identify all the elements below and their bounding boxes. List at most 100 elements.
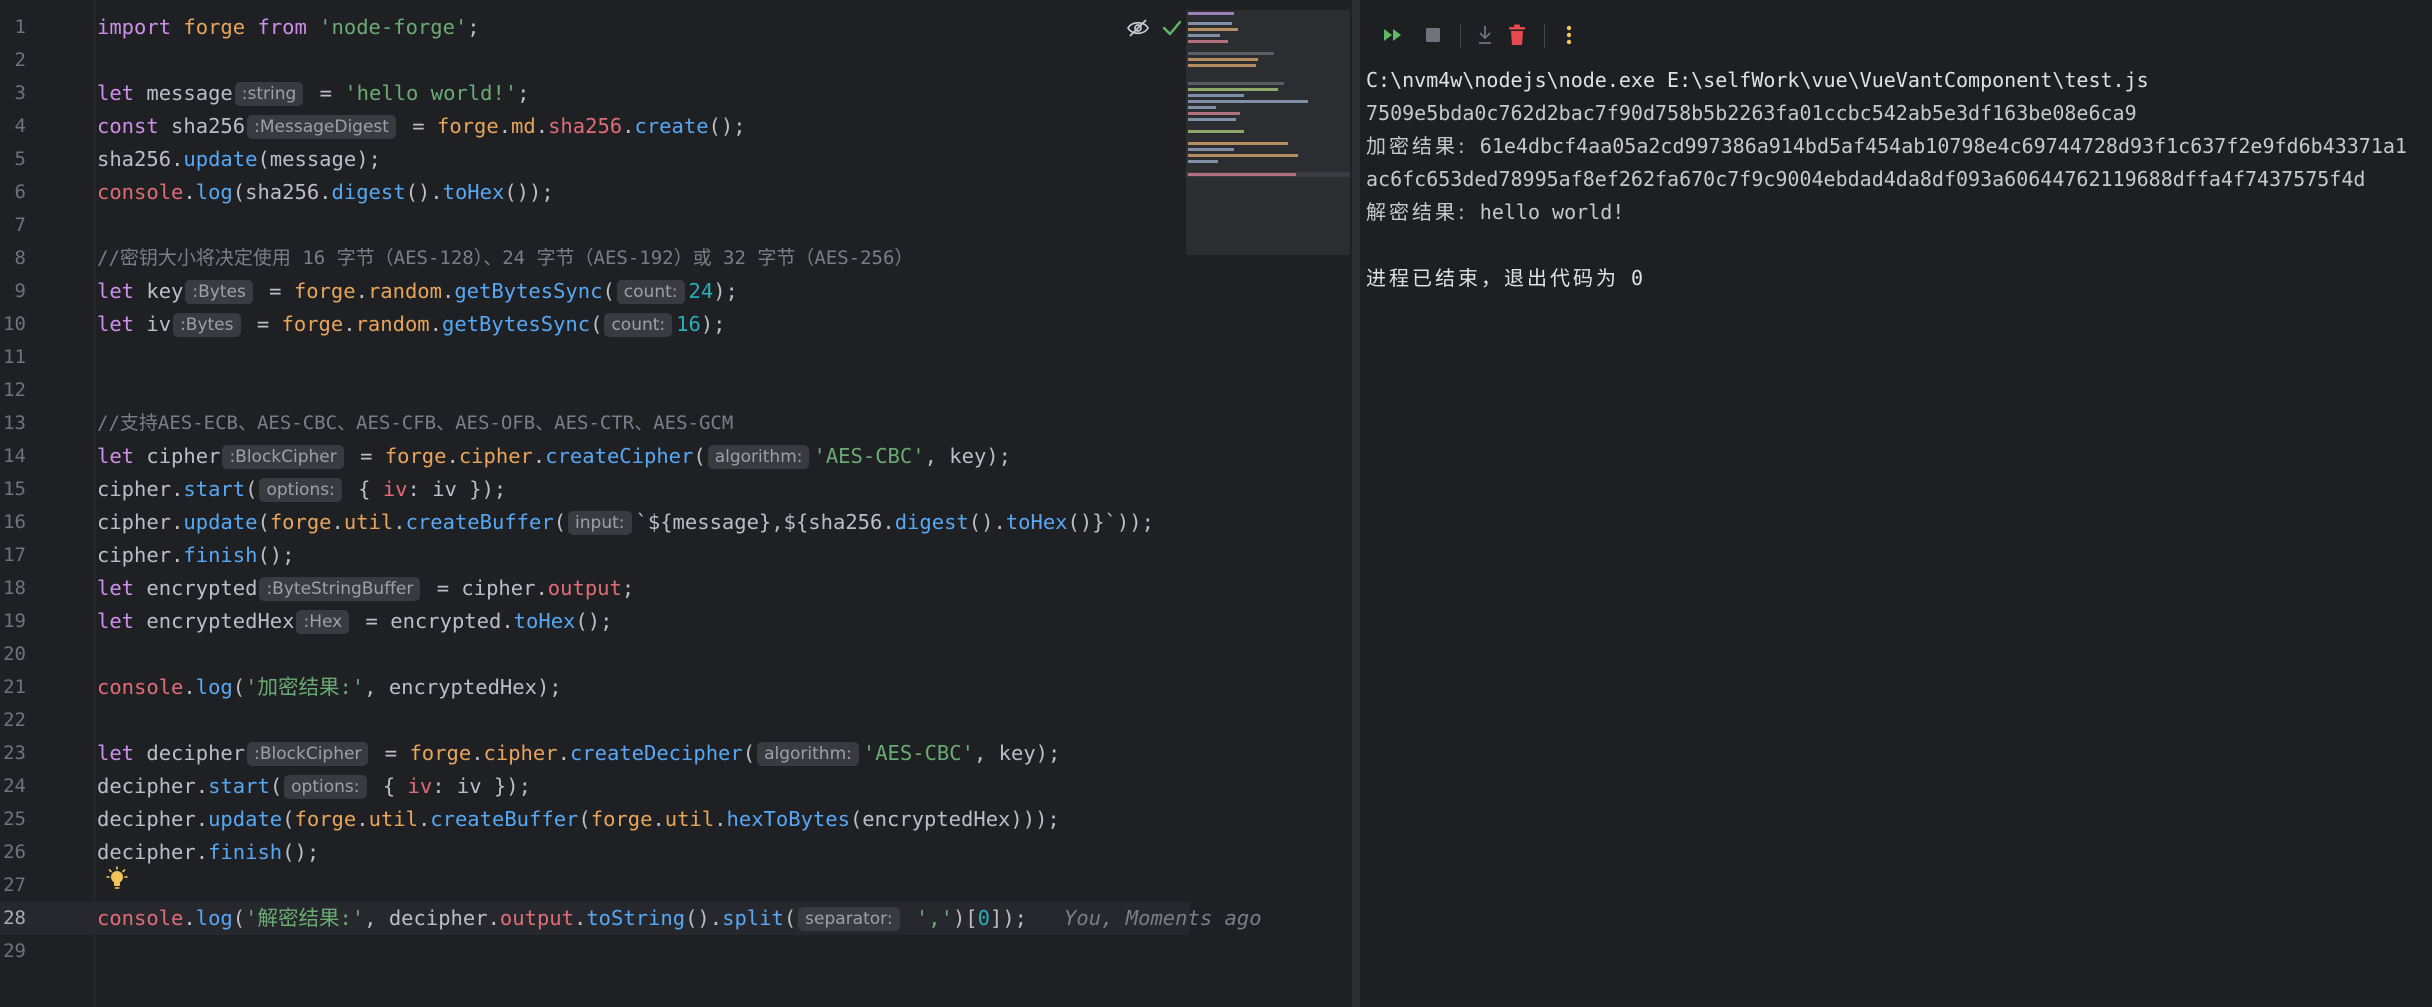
- punctuation: .: [532, 444, 546, 468]
- code-text[interactable]: cipher.start(options: { iv: iv });: [97, 473, 506, 506]
- panel-splitter[interactable]: [1352, 0, 1360, 1007]
- code-text[interactable]: decipher.start(options: { iv: iv });: [97, 770, 531, 803]
- code-line-21[interactable]: 21 console.log('加密结果:', encryptedHex);: [0, 671, 1190, 704]
- function-call: toHex: [1005, 510, 1068, 534]
- code-line-17[interactable]: 17 cipher.finish();: [0, 539, 1190, 572]
- rerun-button[interactable]: [1376, 18, 1410, 52]
- code-text[interactable]: cipher.finish();: [97, 539, 295, 572]
- eye-slash-icon[interactable]: [1126, 18, 1150, 38]
- function-call: getBytesSync: [454, 279, 603, 303]
- code-line-5[interactable]: 5 sha256.update(message);: [0, 143, 1190, 176]
- clear-console-button[interactable]: [1500, 18, 1534, 52]
- code-text[interactable]: decipher.finish();: [97, 836, 319, 869]
- console-encrypted-line: 加密结果: 61e4dbcf4aa05a2cd997386a914bd5af45…: [1366, 130, 2426, 163]
- code-text[interactable]: let cipher:BlockCipher = forge.cipher.cr…: [97, 440, 1011, 473]
- code-line-1[interactable]: 1 import forge from 'node-forge';: [0, 11, 1190, 44]
- scroll-to-end-button[interactable]: [1468, 18, 1502, 52]
- code-text[interactable]: import forge from 'node-forge';: [97, 11, 480, 44]
- code-line-27[interactable]: 27: [0, 869, 1190, 902]
- code-text[interactable]: console.log('加密结果:', encryptedHex);: [97, 671, 562, 704]
- code-line-22[interactable]: 22: [0, 704, 1190, 737]
- code-line-16[interactable]: 16 cipher.update(forge.util.createBuffer…: [0, 506, 1190, 539]
- code-line-12[interactable]: 12: [0, 374, 1190, 407]
- code-line-7[interactable]: 7: [0, 209, 1190, 242]
- minimap-line: [1188, 12, 1234, 15]
- function-call: finish: [183, 543, 258, 567]
- code-text[interactable]: console.log(sha256.digest().toHex());: [97, 176, 554, 209]
- code-line-24[interactable]: 24 decipher.start(options: { iv: iv });: [0, 770, 1190, 803]
- code-text[interactable]: sha256.update(message);: [97, 143, 381, 176]
- property-ref: random: [367, 279, 442, 303]
- punctuation: .: [171, 147, 184, 171]
- code-line-25[interactable]: 25 decipher.update(forge.util.createBuff…: [0, 803, 1190, 836]
- punctuation: );: [713, 279, 738, 303]
- code-text[interactable]: cipher.update(forge.util.createBuffer(in…: [97, 506, 1154, 539]
- code-line-3[interactable]: 3 let message:string = 'hello world!';: [0, 77, 1190, 110]
- code-line-20[interactable]: 20: [0, 638, 1190, 671]
- more-vertical-icon: [1566, 25, 1572, 45]
- code-line-19[interactable]: 19 let encryptedHex:Hex = encrypted.toHe…: [0, 605, 1190, 638]
- code-line-8[interactable]: 8 //密钥大小将决定使用 16 字节（AES-128）、24 字节（AES-1…: [0, 242, 1190, 275]
- code-line-18[interactable]: 18 let encrypted:ByteStringBuffer = ciph…: [0, 572, 1190, 605]
- punctuation: .: [343, 312, 356, 336]
- code-line-26[interactable]: 26 decipher.finish();: [0, 836, 1190, 869]
- code-line-15[interactable]: 15 cipher.start(options: { iv: iv });: [0, 473, 1190, 506]
- identifier: cipher: [97, 477, 172, 501]
- more-actions-button[interactable]: [1552, 18, 1586, 52]
- console-label: 解密结果:: [1366, 200, 1468, 224]
- code-line-14[interactable]: 14 let cipher:BlockCipher = forge.cipher…: [0, 440, 1190, 473]
- code-line-6[interactable]: 6 console.log(sha256.digest().toHex());: [0, 176, 1190, 209]
- code-text[interactable]: console.log('解密结果:', decipher.output.toS…: [97, 902, 1262, 935]
- code-line-23[interactable]: 23 let decipher:BlockCipher = forge.ciph…: [0, 737, 1190, 770]
- function-call: log: [195, 180, 233, 204]
- line-number: 4: [14, 115, 26, 137]
- stop-button[interactable]: [1416, 18, 1450, 52]
- keyword: let: [97, 576, 135, 600]
- line-number: 28: [3, 907, 26, 929]
- comment[interactable]: //密钥大小将决定使用 16 字节（AES-128）、24 字节（AES-192…: [97, 242, 913, 275]
- code-line-9[interactable]: 9 let key:Bytes = forge.random.getBytesS…: [0, 275, 1190, 308]
- operator: =: [347, 444, 385, 468]
- code-text[interactable]: let iv:Bytes = forge.random.getBytesSync…: [97, 308, 726, 341]
- comment[interactable]: //支持AES-ECB、AES-CBC、AES-CFB、AES-OFB、AES-…: [97, 407, 733, 440]
- code-line-11[interactable]: 11: [0, 341, 1190, 374]
- identifier: decipher: [134, 741, 246, 765]
- identifier: cipher: [134, 444, 221, 468]
- inspection-ok-check-icon[interactable]: [1161, 18, 1183, 38]
- punctuation: .: [557, 741, 570, 765]
- code-text[interactable]: decipher.update(forge.util.createBuffer(…: [97, 803, 1060, 836]
- code-text[interactable]: let encryptedHex:Hex = encrypted.toHex()…: [97, 605, 612, 638]
- punctuation: .: [171, 477, 184, 501]
- code-line-29[interactable]: 29: [0, 935, 1190, 968]
- code-minimap[interactable]: [1186, 10, 1350, 255]
- punctuation: ;: [621, 576, 635, 600]
- code-line-2[interactable]: 2: [0, 44, 1190, 77]
- keyword: let: [97, 741, 135, 765]
- code-line-28[interactable]: 28 console.log('解密结果:', decipher.output.…: [0, 902, 1262, 935]
- function-call: start: [183, 477, 246, 501]
- identifier: decipher: [97, 774, 196, 798]
- punctuation: (: [783, 906, 797, 930]
- line-number: 6: [14, 181, 26, 203]
- punctuation: (encryptedHex)));: [849, 807, 1060, 831]
- punctuation: .: [535, 114, 549, 138]
- code-text[interactable]: let decipher:BlockCipher = forge.cipher.…: [97, 737, 1060, 770]
- line-number: 19: [3, 610, 26, 632]
- lightbulb-icon[interactable]: [104, 866, 130, 892]
- code-line-10[interactable]: 10 let iv:Bytes = forge.random.getBytesS…: [0, 308, 1190, 341]
- identifier: forge: [171, 15, 258, 39]
- code-text[interactable]: let key:Bytes = forge.random.getBytesSyn…: [97, 275, 738, 308]
- keyword: let: [97, 312, 135, 336]
- punctuation: ();: [282, 840, 320, 864]
- type-inlay-hint: :ByteStringBuffer: [259, 577, 421, 601]
- code-line-4[interactable]: 4 const sha256:MessageDigest = forge.md.…: [0, 110, 1190, 143]
- object-ref: forge: [590, 807, 653, 831]
- minimap-line: [1188, 148, 1234, 151]
- code-text[interactable]: let encrypted:ByteStringBuffer = cipher.…: [97, 572, 634, 605]
- code-text[interactable]: const sha256:MessageDigest = forge.md.sh…: [97, 110, 746, 143]
- code-line-13[interactable]: 13 //支持AES-ECB、AES-CBC、AES-CFB、AES-OFB、A…: [0, 407, 1190, 440]
- console-output[interactable]: C:\nvm4w\nodejs\node.exe E:\selfWork\vue…: [1366, 64, 2426, 295]
- code-text[interactable]: let message:string = 'hello world!';: [97, 77, 529, 110]
- code-editor[interactable]: 1 import forge from 'node-forge'; 2 3 le…: [0, 0, 1352, 1007]
- property-ref: random: [355, 312, 430, 336]
